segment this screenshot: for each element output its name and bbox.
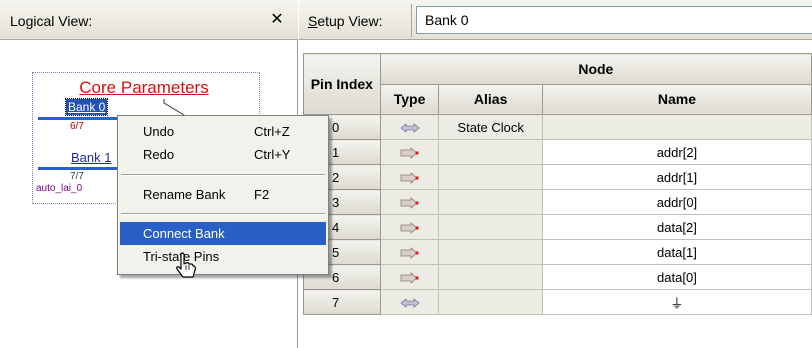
type-cell[interactable]	[379, 214, 440, 240]
alias-cell[interactable]	[438, 139, 543, 165]
type-cell[interactable]	[379, 189, 440, 215]
table-row[interactable]: 5 data[1]	[303, 239, 812, 265]
signal-label[interactable]: auto_lai_0	[36, 183, 82, 194]
logical-view-title: Logical View:	[10, 13, 93, 29]
core-parameters-heading[interactable]: Core Parameters	[44, 78, 244, 98]
alias-cell[interactable]	[438, 189, 543, 215]
close-icon[interactable]: ✕	[264, 8, 290, 32]
name-cell[interactable]: addr[0]	[541, 189, 812, 215]
name-cell[interactable]: data[0]	[541, 264, 812, 290]
input-pin-icon	[400, 247, 419, 259]
alias-header[interactable]: Alias	[438, 83, 543, 115]
setup-view-label-text: etup View:	[317, 13, 383, 29]
bank-0-count: 6/7	[70, 121, 84, 132]
table-row[interactable]: 4 data[2]	[303, 214, 812, 240]
menu-separator	[121, 213, 325, 215]
menu-item-label: Undo	[143, 124, 175, 139]
clock-pin-icon	[399, 123, 420, 133]
table-row[interactable]: 3 addr[0]	[303, 189, 812, 215]
clock-pin-icon	[399, 298, 420, 308]
menu-separator	[121, 174, 325, 176]
name-cell[interactable]: ⏚	[541, 289, 812, 315]
table-row[interactable]: 2 addr[1]	[303, 164, 812, 190]
menu-item-rename-bank[interactable]: Rename Bank F2	[120, 183, 326, 206]
hand-pointer-icon	[176, 252, 196, 278]
alias-cell[interactable]	[438, 264, 543, 290]
table-row[interactable]: 6 data[0]	[303, 264, 812, 290]
pin-index-cell: 7	[303, 289, 381, 315]
menu-item-label: Rename Bank	[143, 187, 226, 202]
menu-item-shortcut: Ctrl+Z	[254, 124, 290, 139]
table-row[interactable]: 7 ⏚	[303, 289, 812, 315]
menu-item-connect-bank[interactable]: Connect Bank	[120, 222, 326, 245]
input-pin-icon	[400, 147, 419, 159]
type-cell[interactable]	[379, 289, 440, 315]
input-pin-icon	[400, 197, 419, 209]
type-cell[interactable]	[379, 239, 440, 265]
pin-table: Pin Index Node Type Alias Name 0 State Cl…	[303, 53, 812, 315]
bank-1-count: 7/7	[70, 171, 84, 182]
menu-item-undo[interactable]: Undo Ctrl+Z	[120, 120, 326, 143]
menu-item-shortcut: F2	[254, 187, 270, 202]
type-cell[interactable]	[379, 114, 440, 140]
name-cell[interactable]: addr[1]	[541, 164, 812, 190]
bank-select-field[interactable]: Bank 0	[416, 6, 812, 34]
context-menu: Undo Ctrl+Z Redo Ctrl+Y Rename Bank F2 C…	[117, 115, 329, 275]
input-pin-icon	[400, 172, 419, 184]
menu-item-redo[interactable]: Redo Ctrl+Y	[120, 143, 326, 166]
name-cell[interactable]	[541, 114, 812, 140]
input-pin-icon	[400, 222, 419, 234]
alias-cell[interactable]	[438, 164, 543, 190]
alias-cell[interactable]	[438, 214, 543, 240]
menu-item-tri-state-pins[interactable]: Tri-state Pins	[120, 245, 326, 268]
header-divider	[411, 4, 412, 37]
setup-view-mnemonic: S	[308, 13, 318, 29]
name-cell[interactable]: addr[2]	[541, 139, 812, 165]
alias-cell[interactable]: State Clock	[438, 114, 543, 140]
type-header[interactable]: Type	[379, 83, 440, 115]
type-cell[interactable]	[379, 164, 440, 190]
name-header[interactable]: Name	[541, 83, 812, 115]
alias-cell[interactable]	[438, 289, 543, 315]
menu-item-label: Redo	[143, 147, 175, 162]
table-row[interactable]: 1 addr[2]	[303, 139, 812, 165]
table-row[interactable]: 0 State Clock	[303, 114, 812, 140]
menu-item-label: Connect Bank	[143, 226, 225, 241]
name-cell[interactable]: data[2]	[541, 214, 812, 240]
pin-index-header[interactable]: Pin Index	[303, 53, 381, 115]
name-cell[interactable]: data[1]	[541, 239, 812, 265]
type-cell[interactable]	[379, 264, 440, 290]
alias-cell[interactable]	[438, 239, 543, 265]
bank-1-label[interactable]: Bank 1	[71, 150, 111, 165]
node-header[interactable]: Node	[379, 53, 812, 85]
bank-0-label[interactable]: Bank 0	[64, 98, 109, 116]
menu-item-shortcut: Ctrl+Y	[254, 147, 291, 162]
setup-view-label: Setup View:	[308, 13, 382, 29]
input-pin-icon	[400, 272, 419, 284]
type-cell[interactable]	[379, 139, 440, 165]
